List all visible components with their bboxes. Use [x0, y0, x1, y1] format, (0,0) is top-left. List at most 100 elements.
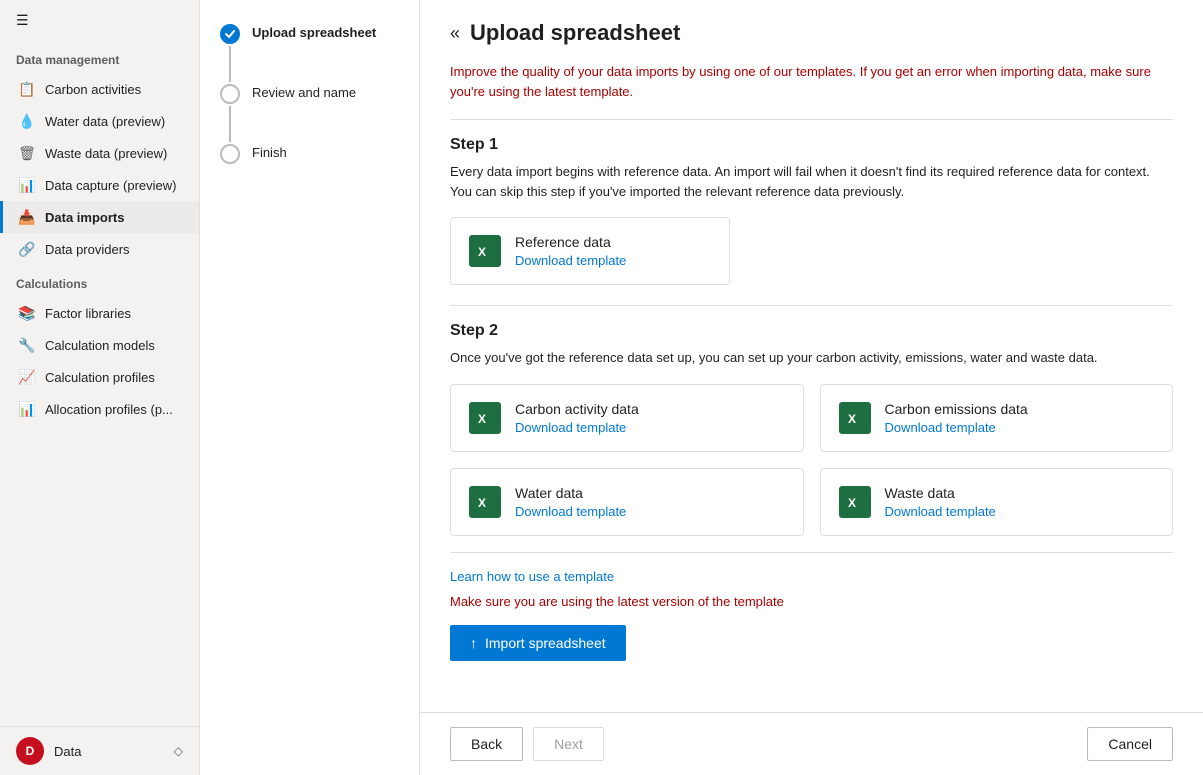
step-line-2 — [229, 106, 231, 142]
sidebar-item-allocation-profiles[interactable]: 📊 Allocation profiles (p... — [0, 393, 199, 425]
page-title: Upload spreadsheet — [470, 20, 680, 46]
svg-text:X: X — [478, 245, 486, 259]
carbon-emissions-card-text: Carbon emissions data Download template — [885, 401, 1028, 435]
svg-text:X: X — [478, 496, 486, 510]
sidebar-item-calculation-profiles[interactable]: 📈 Calculation profiles — [0, 361, 199, 393]
step1-description: Every data import begins with reference … — [450, 162, 1173, 201]
carbon-activity-excel-icon: X — [469, 402, 501, 434]
reference-data-title: Reference data — [515, 234, 626, 250]
hamburger-menu[interactable]: ☰ — [0, 0, 199, 41]
svg-text:X: X — [478, 412, 486, 426]
carbon-emissions-title: Carbon emissions data — [885, 401, 1028, 417]
sidebar-item-label: Factor libraries — [45, 306, 131, 321]
carbon-emissions-download-link[interactable]: Download template — [885, 420, 1028, 435]
calculation-profiles-icon: 📈 — [19, 369, 35, 385]
water-card-text: Water data Download template — [515, 485, 626, 519]
calculation-models-icon: 🔧 — [19, 337, 35, 353]
carbon-activity-card-text: Carbon activity data Download template — [515, 401, 639, 435]
data-capture-icon: 📊 — [19, 177, 35, 193]
step-review-label: Review and name — [252, 84, 356, 100]
sidebar-item-carbon-activities[interactable]: 📋 Carbon activities — [0, 73, 199, 105]
step-upload: Upload spreadsheet — [220, 24, 399, 84]
waste-card-text: Waste data Download template — [885, 485, 996, 519]
next-button[interactable]: Next — [533, 727, 604, 761]
sidebar-item-label: Waste data (preview) — [45, 146, 167, 161]
water-data-icon: 💧 — [19, 113, 35, 129]
sidebar-item-label: Calculation models — [45, 338, 155, 353]
warning-text: Make sure you are using the latest versi… — [450, 594, 1173, 609]
water-data-excel-icon: X — [469, 486, 501, 518]
step-review: Review and name — [220, 84, 399, 144]
sidebar-item-calculation-models[interactable]: 🔧 Calculation models — [0, 329, 199, 361]
step-upload-label: Upload spreadsheet — [252, 24, 376, 40]
learn-link[interactable]: Learn how to use a template — [450, 569, 1173, 584]
sidebar-item-label: Data capture (preview) — [45, 178, 177, 193]
step-review-circle — [220, 84, 240, 104]
sidebar-item-data-imports[interactable]: 📥 Data imports — [0, 201, 199, 233]
sidebar-item-label: Carbon activities — [45, 82, 141, 97]
hamburger-icon: ☰ — [16, 12, 29, 28]
step2-description: Once you've got the reference data set u… — [450, 348, 1173, 368]
carbon-activities-icon: 📋 — [19, 81, 35, 97]
import-spreadsheet-button[interactable]: ↑ Import spreadsheet — [450, 625, 626, 661]
user-profile[interactable]: D Data ◇ — [0, 726, 199, 775]
sidebar-item-waste-data[interactable]: 🗑 Waste data (preview) — [0, 137, 199, 169]
carbon-emissions-card[interactable]: X Carbon emissions data Download templat… — [820, 384, 1174, 452]
carbon-activity-download-link[interactable]: Download template — [515, 420, 639, 435]
sidebar: ☰ Data management 📋 Carbon activities 💧 … — [0, 0, 200, 775]
factor-libraries-icon: 📚 — [19, 305, 35, 321]
water-download-link[interactable]: Download template — [515, 504, 626, 519]
sidebar-item-label: Data imports — [45, 210, 124, 225]
step-finish-label: Finish — [252, 144, 287, 160]
svg-text:X: X — [848, 412, 856, 426]
back-arrow-icon[interactable]: « — [450, 23, 460, 44]
step-finish: Finish — [220, 144, 399, 164]
reference-data-card-text: Reference data Download template — [515, 234, 626, 268]
chevron-icon: ◇ — [174, 744, 183, 758]
step2-section: Step 2 Once you've got the reference dat… — [450, 322, 1173, 536]
reference-data-card[interactable]: X Reference data Download template — [450, 217, 730, 285]
allocation-profiles-icon: 📊 — [19, 401, 35, 417]
data-imports-icon: 📥 — [19, 209, 35, 225]
waste-data-icon: 🗑 — [19, 145, 35, 161]
sidebar-item-label: Data providers — [45, 242, 130, 257]
stepper-panel: Upload spreadsheet Review and name Finis… — [200, 0, 420, 775]
step2-heading: Step 2 — [450, 322, 1173, 340]
carbon-activity-card[interactable]: X Carbon activity data Download template — [450, 384, 804, 452]
reference-data-download-link[interactable]: Download template — [515, 253, 626, 268]
sidebar-section-data-management: Data management 📋 Carbon activities 💧 Wa… — [0, 41, 199, 265]
water-data-card[interactable]: X Water data Download template — [450, 468, 804, 536]
import-upload-icon: ↑ — [470, 635, 477, 651]
data-providers-icon: 🔗 — [19, 241, 35, 257]
sidebar-item-data-providers[interactable]: 🔗 Data providers — [0, 233, 199, 265]
waste-download-link[interactable]: Download template — [885, 504, 996, 519]
section-label-calculations: Calculations — [0, 265, 199, 297]
step2-cards: X Carbon activity data Download template… — [450, 384, 1173, 536]
divider-2 — [450, 305, 1173, 306]
step-finish-indicator — [220, 144, 240, 164]
step1-cards: X Reference data Download template — [450, 217, 1173, 285]
user-label: Data — [54, 744, 164, 759]
waste-data-excel-icon: X — [839, 486, 871, 518]
cancel-button[interactable]: Cancel — [1087, 727, 1173, 761]
import-btn-label: Import spreadsheet — [485, 635, 606, 651]
step-finish-circle — [220, 144, 240, 164]
sidebar-item-data-capture[interactable]: 📊 Data capture (preview) — [0, 169, 199, 201]
reference-data-excel-icon: X — [469, 235, 501, 267]
main-content: « Upload spreadsheet Improve the quality… — [420, 0, 1203, 775]
svg-text:X: X — [848, 496, 856, 510]
waste-data-card[interactable]: X Waste data Download template — [820, 468, 1174, 536]
sidebar-item-factor-libraries[interactable]: 📚 Factor libraries — [0, 297, 199, 329]
sidebar-item-label: Calculation profiles — [45, 370, 155, 385]
water-title: Water data — [515, 485, 626, 501]
sidebar-item-water-data[interactable]: 💧 Water data (preview) — [0, 105, 199, 137]
step-upload-circle — [220, 24, 240, 44]
step-review-indicator — [220, 84, 240, 144]
sidebar-item-label: Water data (preview) — [45, 114, 165, 129]
sidebar-item-label: Allocation profiles (p... — [45, 402, 173, 417]
back-button[interactable]: Back — [450, 727, 523, 761]
waste-title: Waste data — [885, 485, 996, 501]
footer: Back Next Cancel — [420, 712, 1203, 775]
step1-section: Step 1 Every data import begins with ref… — [450, 136, 1173, 285]
divider-3 — [450, 552, 1173, 553]
